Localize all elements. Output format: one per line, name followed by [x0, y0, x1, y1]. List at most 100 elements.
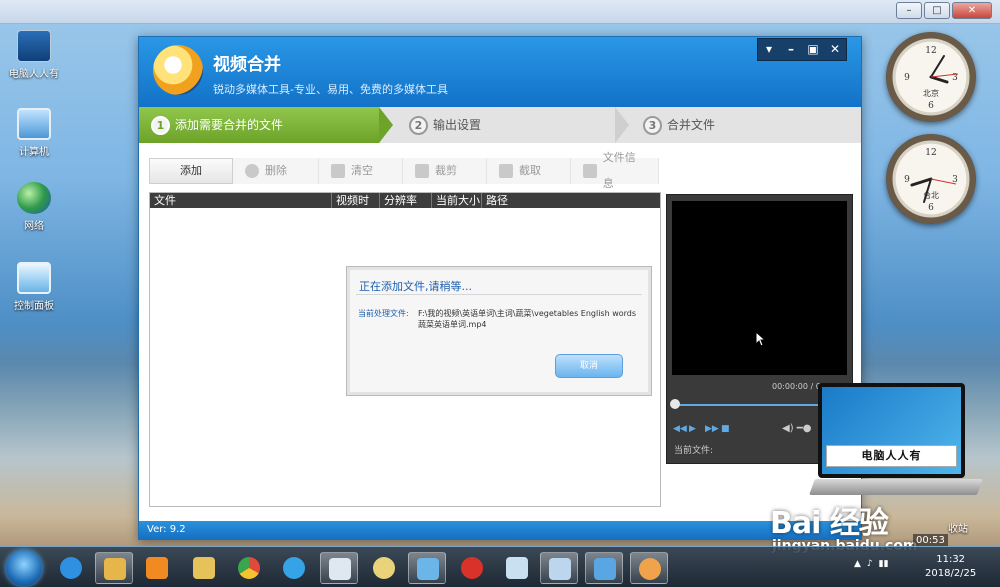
column-header-size[interactable]: 当前大小 [432, 193, 482, 208]
desktop-icon-network[interactable]: 网络 [4, 182, 64, 232]
app-title: 视频合并 [213, 55, 281, 75]
taskbar-app[interactable] [275, 552, 313, 584]
menu-dropdown-button[interactable]: ▾ [758, 39, 780, 60]
player-current-file: 当前文件: [674, 446, 714, 456]
explorer-folder-icon [104, 558, 126, 580]
cut-button[interactable]: 裁剪 [403, 158, 487, 184]
desktop-icon-computer[interactable]: 计算机 [4, 108, 64, 158]
video-tool-icon [639, 558, 661, 580]
svg-text:12: 12 [925, 46, 936, 56]
clock-gadget-taipei[interactable]: 12 3 6 9 台北 [886, 134, 976, 224]
taskbar-app[interactable] [230, 552, 268, 584]
media-player-icon [146, 557, 168, 579]
laptop-logo-overlay: 电脑人人有 [809, 383, 983, 513]
taskbar-app[interactable] [630, 552, 668, 584]
speaker-icon[interactable]: ♪ [867, 559, 873, 569]
desktop-icon-control-panel[interactable]: 控制面板 [4, 262, 64, 312]
delete-icon [245, 164, 259, 178]
taskbar-clock[interactable]: 11:32 2018/2/25 [925, 553, 976, 581]
bg-minimize-button[interactable]: – [896, 2, 922, 19]
play-icon[interactable]: ▶ [689, 424, 701, 434]
edit-icon [415, 164, 429, 178]
bg-maximize-button[interactable]: □ [924, 2, 950, 19]
step-output-settings[interactable]: 2 输出设置 [397, 107, 617, 143]
toolbar: 添加 删除 清空 裁剪 截取 文件信息 [149, 151, 659, 190]
svg-text:12: 12 [925, 148, 936, 158]
taskbar-app[interactable] [453, 552, 491, 584]
monitor-icon [417, 558, 439, 580]
browser-icon [283, 557, 305, 579]
delete-button[interactable]: 删除 [233, 158, 319, 184]
recycle-icon [506, 557, 528, 579]
video-merge-window: 视频合并 锐动多媒体工具-专业、易用、免费的多媒体工具 ▾ – ▣ ✕ 1 添加需… [138, 36, 862, 540]
add-button[interactable]: 添加 [149, 158, 233, 184]
clock-city-label: 北京 [923, 89, 939, 98]
bg-close-button[interactable]: ✕ [952, 2, 992, 19]
rewind-icon[interactable]: ◀◀ [673, 424, 687, 434]
crop-button[interactable]: 截取 [487, 158, 571, 184]
chrome-icon [238, 557, 260, 579]
paint-icon [373, 557, 395, 579]
cancel-button[interactable]: 取消 [555, 354, 623, 378]
file-info-button[interactable]: 文件信息 [571, 151, 659, 190]
clock-date: 2018/2/25 [925, 568, 977, 579]
svg-text:9: 9 [904, 175, 910, 185]
computer-icon [17, 108, 51, 140]
version-status-bar: Ver: 9.2 [139, 521, 861, 539]
close-button[interactable]: ✕ [824, 39, 846, 60]
step-arrow [379, 107, 393, 143]
seek-handle[interactable] [670, 399, 680, 409]
taskbar-app[interactable] [185, 552, 223, 584]
desktop-icon-label: 网络 [24, 221, 44, 232]
taskbar-app[interactable] [408, 552, 446, 584]
taskbar-app[interactable] [52, 552, 90, 584]
app-logo-icon [153, 45, 203, 95]
stop-icon[interactable]: ■ [721, 424, 733, 434]
clock-city-label: 台北 [923, 191, 939, 200]
tray-arrow-icon[interactable]: ▲ [854, 559, 861, 569]
crop-label: 截取 [519, 164, 541, 177]
network-signal-icon[interactable]: ▮▮ [879, 559, 889, 569]
desktop-icon-label: 控制面板 [14, 301, 54, 312]
svg-text:6: 6 [928, 203, 934, 213]
taskbar-app[interactable] [320, 552, 358, 584]
column-header-resolution[interactable]: 分辨率 [380, 193, 432, 208]
taskbar-app[interactable] [540, 552, 578, 584]
column-header-path[interactable]: 路径 [482, 193, 660, 208]
playback-controls: ◀◀ ▶ ▶▶ ■ [673, 424, 733, 434]
step-add-files[interactable]: 1 添加需要合并的文件 [139, 107, 379, 143]
adding-files-dialog: 正在添加文件,请稍等... 当前处理文件: F:\我的视频\英语单词\主词\蔬菜… [346, 266, 652, 396]
step-arrow [615, 107, 629, 143]
laptop-screen: 电脑人人有 [818, 383, 965, 478]
forward-icon[interactable]: ▶▶ [705, 424, 719, 434]
control-panel-icon [17, 262, 51, 294]
video-screen[interactable] [672, 201, 847, 375]
baidu-watermark: Bai 经验 [770, 506, 889, 541]
step-label: 输出设置 [433, 118, 482, 132]
laptop-screen-graphic: 电脑人人有 [822, 387, 961, 474]
seek-bar[interactable] [674, 404, 824, 406]
taskbar-app[interactable] [498, 552, 536, 584]
volume-icon[interactable]: ◀) ━● [782, 423, 812, 434]
column-header-duration[interactable]: 视频时长 [332, 193, 380, 222]
document-icon [329, 558, 351, 580]
desktop-icon-brand[interactable]: 电脑人人有 [4, 30, 64, 80]
step-label: 合并文件 [667, 118, 716, 132]
clock-gadget-beijing[interactable]: 12 3 6 9 北京 [886, 32, 976, 122]
svg-text:9: 9 [904, 73, 910, 83]
clear-button[interactable]: 清空 [319, 158, 403, 184]
maximize-button[interactable]: ▣ [802, 39, 824, 60]
taskbar-app[interactable] [365, 552, 403, 584]
recycle-bin-label[interactable]: 收站 [948, 520, 968, 535]
taskbar-app[interactable] [138, 552, 176, 584]
step-merge-files[interactable]: 3 合并文件 [631, 107, 861, 143]
clock-face-icon: 12369 [904, 46, 958, 111]
taskbar-app[interactable] [95, 552, 133, 584]
start-button[interactable] [6, 550, 42, 586]
minimize-button[interactable]: – [780, 39, 802, 60]
column-header-file[interactable]: 文件 [150, 193, 332, 208]
window-controls: ▾ – ▣ ✕ [757, 38, 847, 61]
taskbar-app[interactable] [585, 552, 623, 584]
step-number: 3 [643, 116, 662, 135]
crop-icon [499, 164, 513, 178]
